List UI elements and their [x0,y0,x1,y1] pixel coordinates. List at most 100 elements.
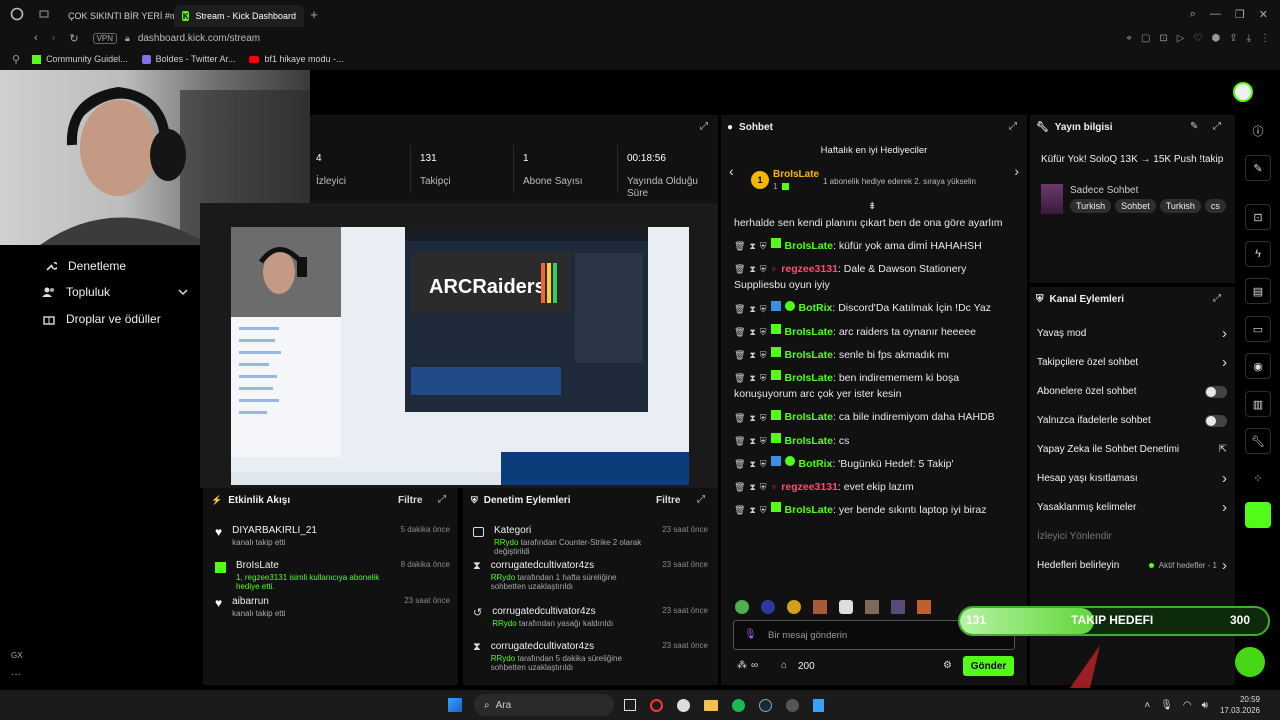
timeout-icon[interactable]: ⧗ [749,301,755,317]
timeout-icon[interactable]: ⧗ [749,410,755,426]
expand-icon[interactable]: ⤢ [438,494,446,505]
ban-icon[interactable]: ⛨ [760,433,767,449]
delete-icon[interactable]: 🗑︎ [734,370,745,386]
emote-icon[interactable] [839,600,853,614]
channel-action-row[interactable]: Hedefleri belirleyin Aktif hedefler - 1 › [1037,551,1227,580]
windows-start-icon[interactable] [448,698,462,712]
moderation-item[interactable]: Kategori RRydo tarafından Counter-Strike… [473,525,708,556]
timeout-icon[interactable]: ⧗ [749,433,755,449]
app-icon[interactable] [786,698,799,712]
chat-message[interactable]: 🗑︎ ⧗ ⛨ BotRix: Discord'Da Katılmak İçin !Dc… [734,300,1014,316]
address-input[interactable]: dashboard.kick.com/stream [138,33,260,44]
ban-icon[interactable]: ⛨ [760,502,767,518]
ban-icon[interactable]: ⛨ [760,410,767,426]
emote-icon[interactable] [787,600,801,614]
layout-icon[interactable]: ▥ [1245,391,1271,417]
document-icon[interactable]: ▤ [1245,278,1271,304]
heart-icon[interactable]: ♡ [1193,33,1202,44]
taskbar-search[interactable]: ⌕ Ara [474,694,614,716]
folder-icon[interactable] [704,699,718,711]
channel-action-row[interactable]: Yapay Zeka ile Sohbet Denetimi ⇱ [1037,435,1227,464]
chat-username[interactable]: BotRix [799,458,833,470]
stream-preview[interactable]: ARCRaiders [231,227,689,485]
tab-kick-dashboard[interactable]: K Stream - Kick Dashboard [174,5,304,27]
channel-action-row[interactable]: Yavaş mod › [1037,319,1227,348]
timeout-icon[interactable]: ⧗ [749,456,755,472]
screenshot-icon[interactable]: ▢ [1141,33,1150,44]
menu-icon[interactable]: ⋮ [1260,33,1270,44]
wifi-icon[interactable]: ◠ [1183,700,1192,711]
chevron-left-icon[interactable]: ‹ [729,163,734,179]
gear-icon[interactable]: ⚙ [943,660,952,671]
delete-icon[interactable]: 🗑︎ [734,324,745,340]
chat-message[interactable]: 🗑︎ ⧗ ⛨ BroIsLate: arc raiders ta oynanır he… [734,323,1014,340]
sidebar-item-denetleme[interactable]: Denetleme [44,259,126,273]
vpn-badge[interactable]: VPN [92,32,118,44]
tag[interactable]: Sohbet [1115,199,1156,213]
chat-message[interactable]: 🗑︎ ⧗ ⛨ BroIsLate: küfür yok ama dimİ HAHAHS… [734,238,1014,254]
tab-youtube[interactable]: ÇOK SIKINTI BİR YERİ #mi [54,5,174,27]
chat-message[interactable]: 🗑︎ ⧗ ⛨ BroIsLate: yer bende sıkıntı laptop … [734,502,1014,518]
more-icon[interactable]: ··· [11,669,21,680]
focus-icon[interactable]: ⊡ [1245,204,1271,230]
chat-message[interactable]: 🗑︎ ⧗ ⛨ BroIsLate: senle bi fps akmadık mı [734,347,1014,363]
chat-message[interactable]: 🗑︎ ⧗ ⛨ BroIsLate: ben indirememem ki boşa k… [734,370,1014,402]
channel-action-row[interactable]: Yalnızca ifadelerle sohbet [1037,406,1227,435]
chat-message[interactable]: 🗑︎ ⧗ ⛨ BotRix: 'Bugünkü Hedef: 5 Takip' [734,455,1014,472]
tray-chevron-icon[interactable]: ˄ [1144,700,1150,711]
chat-message[interactable]: 🗑︎ ⧗ ⛨ BroIsLate: cs [734,432,1014,449]
chat-username[interactable]: BroIsLate [785,435,833,447]
ban-icon[interactable]: ⛨ [760,324,767,340]
notes-icon[interactable] [813,698,824,712]
bolt-icon[interactable]: ϟ [1245,241,1271,267]
chevron-right-icon[interactable]: › [1222,325,1227,342]
chevron-down-icon[interactable] [178,288,188,296]
popout-icon[interactable]: ⤢ [1213,293,1221,304]
crop-icon[interactable]: ⊡ [1159,33,1167,44]
bookmarks-icon[interactable]: ⚲ [12,53,20,66]
channel-action-row[interactable]: Hesap yaşı kısıtlaması › [1037,464,1227,493]
moderation-item[interactable]: ↺ corrugatedcultivator4zs RRydo tarafınd… [473,606,708,628]
toggle-switch[interactable] [1205,414,1227,427]
chat-username[interactable]: BroIsLate [785,349,833,361]
kick-app-icon[interactable] [1245,502,1271,528]
external-link-icon[interactable]: ⇱ [1219,444,1227,455]
chat-icon[interactable]: ▭ [1245,316,1271,342]
ban-icon[interactable]: ⛨ [760,456,767,472]
new-tab-button[interactable]: + [304,7,324,22]
opera-logo-icon[interactable] [0,7,34,21]
minimize-icon[interactable]: — [1210,8,1221,20]
broadcast-icon[interactable]: ◉ [1245,353,1271,379]
channel-points[interactable]: 200 [798,661,815,672]
chat-username[interactable]: BotRix [799,302,833,314]
timeout-icon[interactable]: ⧗ [749,261,755,277]
dots-icon[interactable]: ⁘ [1245,465,1271,491]
timeout-icon[interactable]: ⧗ [749,238,755,254]
edit-icon[interactable]: ✎ [1190,121,1198,132]
delete-icon[interactable]: 🗑︎ [734,502,745,518]
pin-icon[interactable]: ⌖ [1126,33,1132,44]
chevron-right-icon[interactable]: › [1222,557,1227,574]
ban-icon[interactable]: ⛨ [760,370,767,386]
timeout-icon[interactable]: ⧗ [749,479,755,495]
maximize-icon[interactable]: ❐ [1235,8,1245,21]
emote-icon[interactable] [917,600,931,614]
timeout-icon[interactable]: ⧗ [749,347,755,363]
channel-action-row[interactable]: Abonelere özel sohbet [1037,377,1227,406]
wrench-icon[interactable]: 🔧︎ [1245,428,1271,454]
ban-icon[interactable]: ⛨ [760,261,767,277]
chat-settings-icon[interactable]: ⁂ [737,660,747,671]
chat-username[interactable]: regzee3131 [781,481,838,493]
chat-username[interactable]: regzee3131 [781,263,838,275]
steam-icon[interactable] [759,698,772,712]
download-icon[interactable]: ⤓ [1247,33,1251,44]
activity-item[interactable]: ♥ DIYARBAKIRLI_21 kanalı takip etti 5 da… [215,525,450,547]
mic-icon[interactable]: 🎙︎ [744,629,757,640]
moderation-item[interactable]: ⧗ corrugatedcultivator4zs RRydo tarafınd… [473,641,708,672]
store-icon[interactable]: ⌂ [781,660,787,671]
opera-icon[interactable] [650,698,663,712]
channel-action-row[interactable]: Takipçilere özel sohbet › [1037,348,1227,377]
chat-message[interactable]: 🗑︎ ⧗ ⛨ ♆ regzee3131: evet ekip lazım [734,479,1014,495]
chat-message[interactable]: 🗑︎ ⧗ ⛨ BroIsLate: ca bile indiremiyom daha … [734,409,1014,425]
tab-menu-icon[interactable] [34,9,54,19]
